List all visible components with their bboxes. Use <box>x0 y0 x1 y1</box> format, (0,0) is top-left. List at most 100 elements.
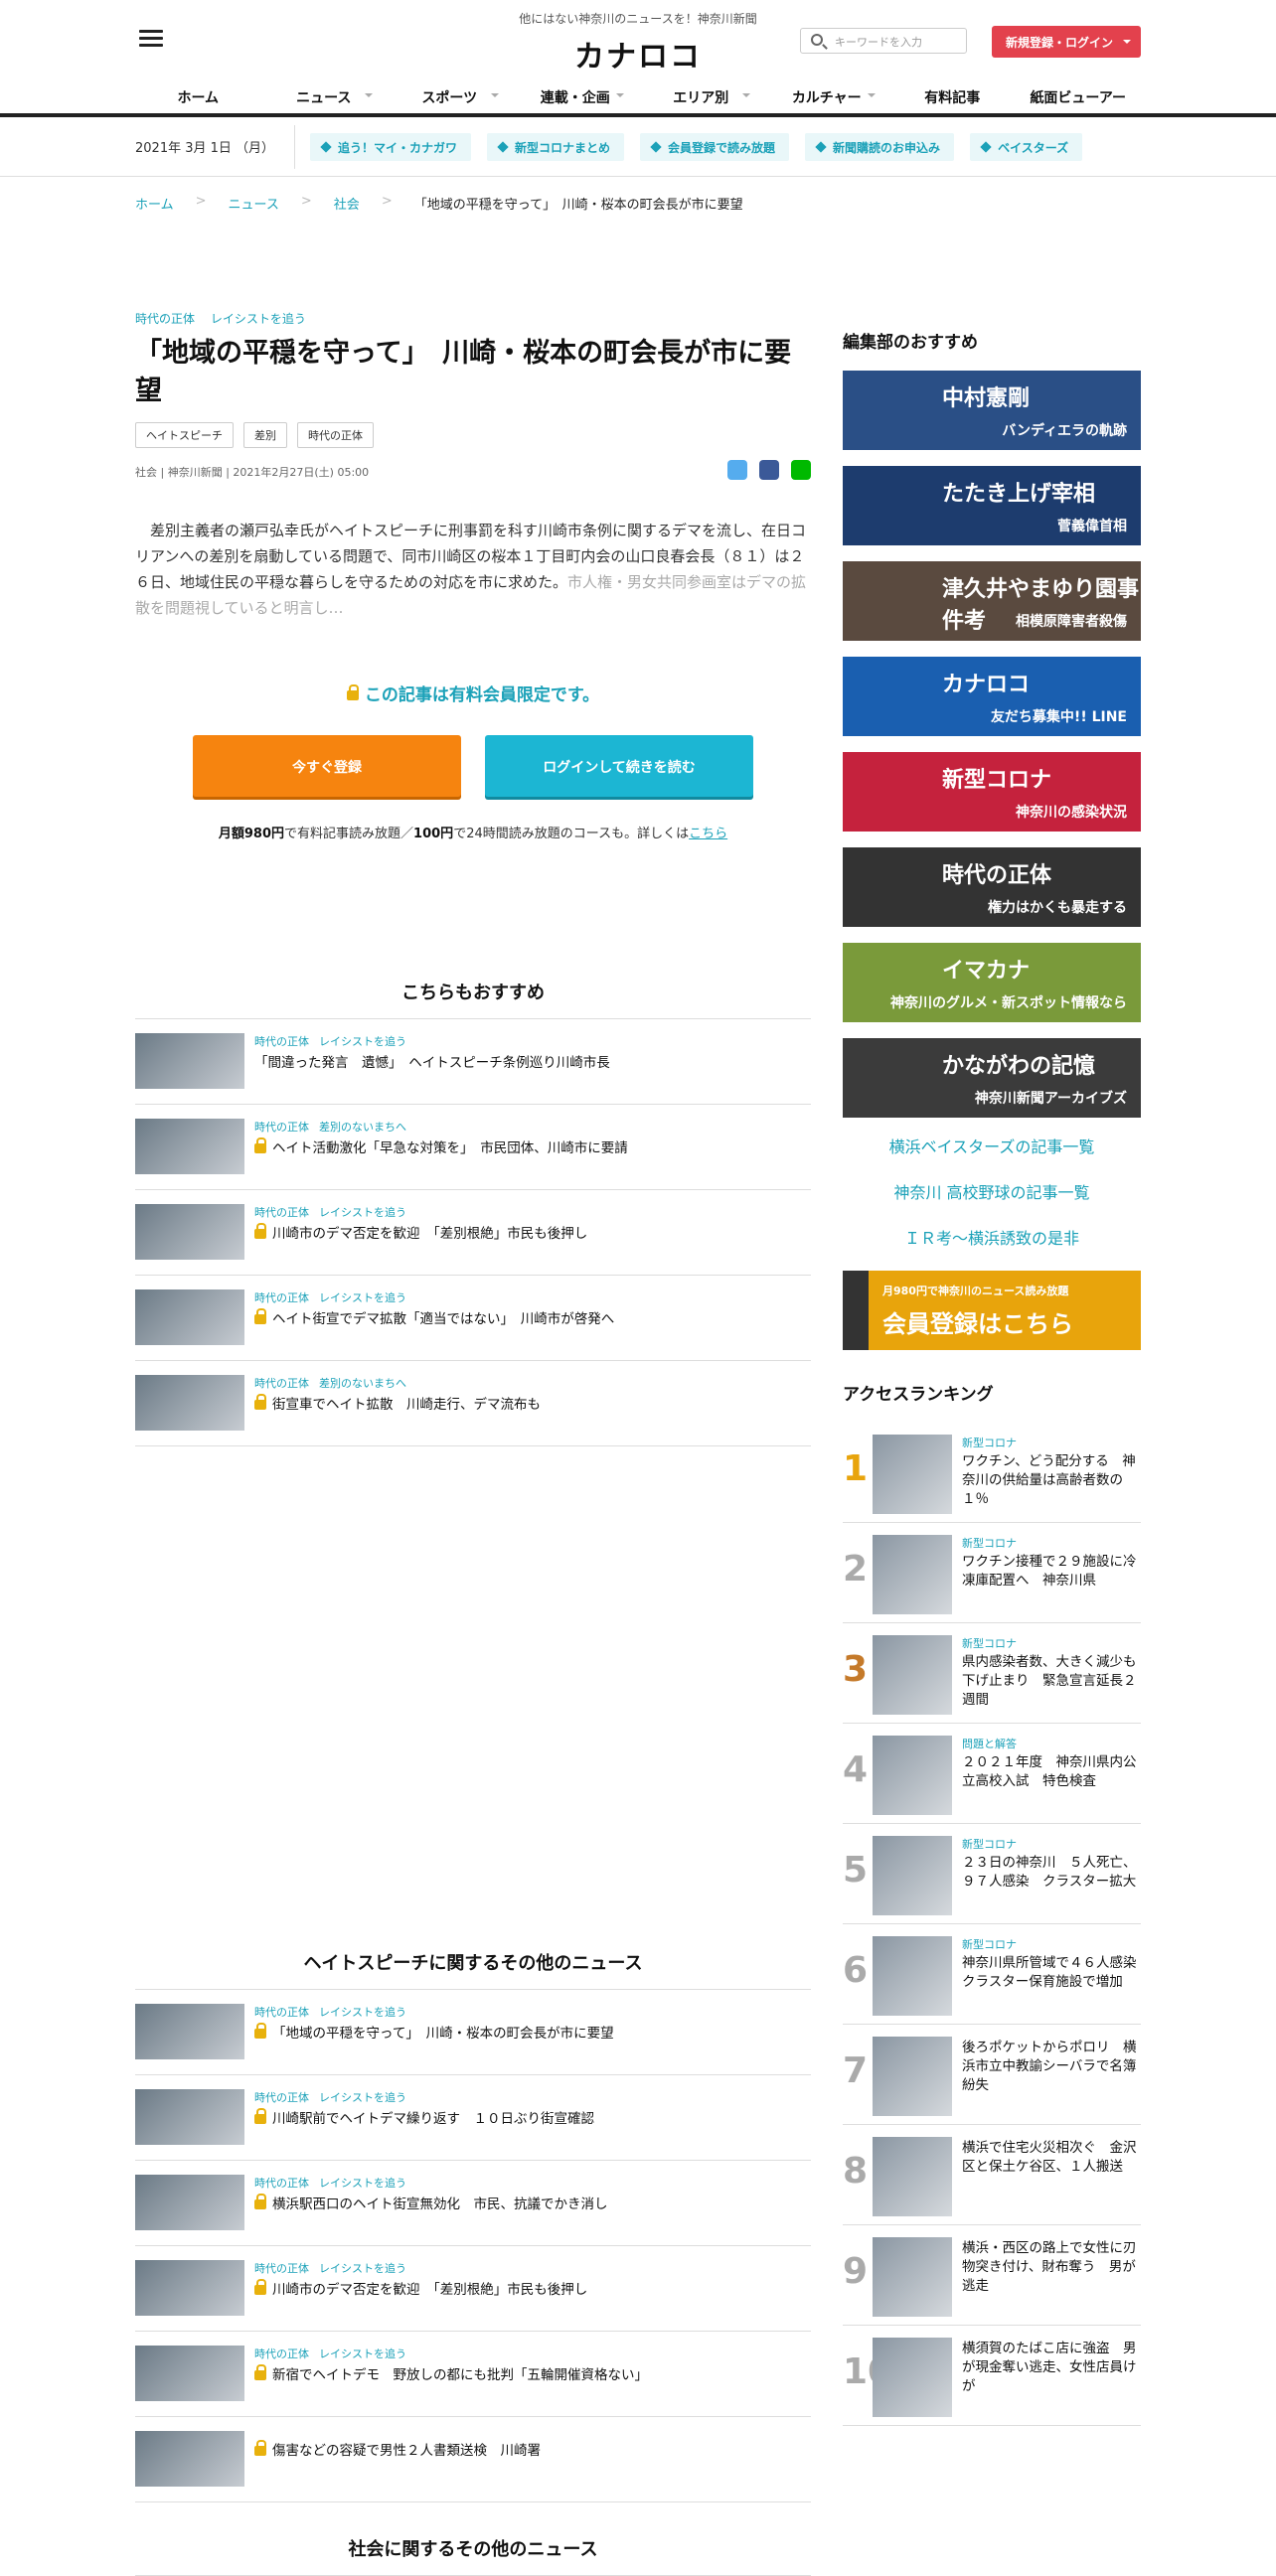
list-item[interactable]: 時代の正体 差別のないまちへ ヘイト活動激化「早急な対策を」 市民団体、川崎市に要請 <box>135 1105 811 1190</box>
topic-tag[interactable]: 新聞購読のお申込み <box>805 133 955 161</box>
category-link[interactable]: レイシストを追う <box>319 1035 406 1048</box>
ranking-item[interactable]: 7 後ろポケットからポロリ 横浜市立中教諭シーバラで名簿紛失 <box>843 2025 1141 2125</box>
category-link[interactable]: 時代の正体 <box>254 1377 309 1390</box>
ranking-title[interactable]: ワクチン、どう配分する 神奈川の供給量は高齢者数の１％ <box>962 1452 1139 1509</box>
hamburger-menu-icon[interactable] <box>139 30 163 48</box>
ranking-item[interactable]: 2 新型コロナ ワクチン接種で２９施設に冷凍庫配置へ 神奈川県 <box>843 1523 1141 1623</box>
price-details-link[interactable]: こちら <box>689 827 727 841</box>
sidebar-link[interactable]: 神奈川 高校野球の記事一覧 <box>843 1179 1141 1203</box>
topic-tag[interactable]: 会員登録で読み放題 <box>640 133 790 161</box>
ranking-thumbnail[interactable] <box>873 2037 952 2116</box>
item-title[interactable]: 川崎市のデマ否定を歓迎 「差別根絶」市民も後押し <box>254 1222 587 1242</box>
nav-item[interactable]: 紙面ビューアー <box>1016 79 1142 111</box>
nav-item[interactable]: ホーム <box>135 79 261 111</box>
nav-item[interactable]: ニュース <box>261 79 388 111</box>
promo-banner[interactable]: 時代の正体 権力はかくも暴走する <box>843 847 1141 927</box>
list-item[interactable]: 時代の正体 レイシストを追う 「地域の平穏を守って」 川崎・桜本の町会長が市に要望 <box>135 1990 811 2075</box>
category-link[interactable]: レイシストを追う <box>319 2348 406 2360</box>
ranking-item[interactable]: 10 横須賀のたばこ店に強盗 男が現金奪い逃走、女性店員けが <box>843 2326 1141 2426</box>
item-title[interactable]: 「間違った発言 遺憾」 ヘイトスピーチ条例巡り川崎市長 <box>254 1051 610 1071</box>
nav-item[interactable]: スポーツ <box>387 79 513 111</box>
category-link[interactable]: 時代の正体 <box>254 1291 309 1304</box>
list-item[interactable]: 時代の正体 レイシストを追う「間違った発言 遺憾」 ヘイトスピーチ条例巡り川崎市長 <box>135 1019 811 1105</box>
thumbnail[interactable] <box>135 1204 244 1260</box>
category-link[interactable]: 時代の正体 <box>254 2348 309 2360</box>
list-item[interactable]: 時代の正体 レイシストを追う川崎市のデマ否定を歓迎 「差別根絶」市民も後押し <box>135 1190 811 1276</box>
category-link[interactable]: 差別のないまちへ <box>319 1377 406 1390</box>
search-input[interactable]: キーワードを入力 <box>800 28 967 54</box>
topic-tag[interactable]: 追う！マイ・カナガワ <box>310 133 472 161</box>
category-link[interactable]: 時代の正体 <box>254 2091 309 2104</box>
category-link[interactable]: 時代の正体 <box>254 2006 309 2019</box>
list-item[interactable]: 時代の正体 レイシストを追うヘイト街宣でデマ拡散「適当ではない」 川崎市が啓発へ <box>135 1276 811 1361</box>
facebook-icon[interactable] <box>759 460 779 480</box>
register-now-button[interactable]: 今すぐ登録 <box>193 735 461 797</box>
promo-banner[interactable]: かながわの記憶 神奈川新聞アーカイブズ <box>843 1038 1141 1118</box>
thumbnail[interactable] <box>135 1033 244 1089</box>
thumbnail[interactable] <box>135 1119 244 1174</box>
ranking-title[interactable]: 横須賀のたばこ店に強盗 男が現金奪い逃走、女性店員けが <box>962 2340 1139 2396</box>
list-item[interactable]: 時代の正体 レイシストを追う 横浜駅西口のヘイト街宣無効化 市民、抗議でかき消し <box>135 2161 811 2246</box>
ranking-item[interactable]: 9 横浜・西区の路上で女性に刃物突き付け、財布奪う 男が逃走 <box>843 2225 1141 2326</box>
ranking-title[interactable]: ２３日の神奈川 ５人死亡、９７人感染 クラスター拡大 <box>962 1854 1139 1892</box>
ranking-item[interactable]: 5 新型コロナ ２３日の神奈川 ５人死亡、９７人感染 クラスター拡大 <box>843 1824 1141 1924</box>
promo-banner[interactable]: カナロコ 友だち募集中!! LINE <box>843 657 1141 736</box>
topic-tag[interactable]: ベイスターズ <box>970 133 1083 161</box>
ranking-thumbnail[interactable] <box>873 1936 952 2016</box>
item-title[interactable]: 新宿でヘイトデモ 野放しの都にも批判「五輪開催資格ない」 <box>254 2363 648 2383</box>
category-link[interactable]: レイシストを追う <box>319 1206 406 1219</box>
category-link[interactable]: 時代の正体 <box>254 1206 309 1219</box>
category-link[interactable]: レイシストを追う <box>211 312 306 326</box>
ranking-thumbnail[interactable] <box>873 1635 952 1715</box>
item-title[interactable]: 傷害などの容疑で男性２人書類送検 川崎署 <box>254 2439 541 2459</box>
ranking-title[interactable]: ワクチン接種で２９施設に冷凍庫配置へ 神奈川県 <box>962 1553 1139 1591</box>
list-item[interactable]: 時代の正体 レイシストを追う 川崎駅前でヘイトデマ繰り返す １０日ぶり街宣確認 <box>135 2075 811 2161</box>
keyword-tag[interactable]: ヘイトスピーチ <box>135 422 234 448</box>
ranking-category[interactable]: 問題と解答 <box>962 1736 1017 1751</box>
item-title[interactable]: 川崎市のデマ否定を歓迎 「差別根絶」市民も後押し <box>254 2278 587 2298</box>
category-link[interactable]: レイシストを追う <box>319 2091 406 2104</box>
breadcrumb-link[interactable]: ホーム <box>135 194 174 213</box>
promo-banner[interactable]: 津久井やまゆり園事件考 相模原障害者殺傷 <box>843 561 1141 641</box>
ranking-category[interactable]: 新型コロナ <box>962 1836 1017 1852</box>
ranking-title[interactable]: 横浜・西区の路上で女性に刃物突き付け、財布奪う 男が逃走 <box>962 2239 1139 2296</box>
topic-tag[interactable]: 新型コロナまとめ <box>487 133 625 161</box>
ranking-item[interactable]: 4 問題と解答 ２０２１年度 神奈川県内公立高校入試 特色検査 <box>843 1724 1141 1824</box>
ranking-item[interactable]: 1 新型コロナ ワクチン、どう配分する 神奈川の供給量は高齢者数の１％ <box>843 1423 1141 1523</box>
keyword-tag[interactable]: 時代の正体 <box>297 422 374 448</box>
login-continue-button[interactable]: ログインして続きを読む <box>485 735 753 797</box>
list-item[interactable]: 傷害などの容疑で男性２人書類送検 川崎署 <box>135 2417 811 2502</box>
list-item[interactable]: 時代の正体 レイシストを追う 川崎市のデマ否定を歓迎 「差別根絶」市民も後押し <box>135 2246 811 2332</box>
twitter-icon[interactable] <box>727 460 747 480</box>
breadcrumb-link[interactable]: 社会 <box>334 194 360 213</box>
thumbnail[interactable] <box>135 1289 244 1345</box>
ranking-thumbnail[interactable] <box>873 1535 952 1614</box>
thumbnail[interactable] <box>135 2089 244 2145</box>
nav-item[interactable]: 有料記事 <box>889 79 1016 111</box>
category-link[interactable]: 時代の正体 <box>254 2262 309 2275</box>
thumbnail[interactable] <box>135 1375 244 1431</box>
register-login-button[interactable]: 新規登録・ログイン <box>992 26 1141 58</box>
ranking-title[interactable]: 横浜で住宅火災相次ぐ 金沢区と保土ケ谷区、１人搬送 <box>962 2139 1139 2177</box>
ranking-category[interactable]: 新型コロナ <box>962 1936 1017 1952</box>
category-link[interactable]: レイシストを追う <box>319 2177 406 2190</box>
ranking-title[interactable]: ２０２１年度 神奈川県内公立高校入試 特色検査 <box>962 1753 1139 1791</box>
list-item[interactable]: 時代の正体 レイシストを追う新宿でヘイトデモ 野放しの都にも批判「五輪開催資格ない… <box>135 2332 811 2417</box>
ranking-thumbnail[interactable] <box>873 1736 952 1815</box>
category-link[interactable]: 時代の正体 <box>135 312 195 326</box>
item-title[interactable]: 「地域の平穏を守って」 川崎・桜本の町会長が市に要望 <box>254 2022 614 2042</box>
ranking-category[interactable]: 新型コロナ <box>962 1635 1017 1651</box>
item-title[interactable]: 街宣車でヘイト拡散 川崎走行、デマ流布も <box>254 1393 541 1413</box>
member-banner[interactable]: 月980円で神奈川のニュース読み放題 会員登録はこちら <box>843 1271 1141 1350</box>
ranking-item[interactable]: 3 新型コロナ 県内感染者数、大きく減少も下げ止まり 緊急宣言延長２週間 <box>843 1623 1141 1724</box>
promo-banner[interactable]: たたき上げ宰相 菅義偉首相 <box>843 466 1141 545</box>
ranking-item[interactable]: 8 横浜で住宅火災相次ぐ 金沢区と保土ケ谷区、１人搬送 <box>843 2125 1141 2225</box>
category-link[interactable]: 時代の正体 <box>254 1035 309 1048</box>
breadcrumb-link[interactable]: ニュース <box>229 194 279 213</box>
category-link[interactable]: レイシストを追う <box>319 1291 406 1304</box>
item-title[interactable]: ヘイト街宣でデマ拡散「適当ではない」 川崎市が啓発へ <box>254 1307 614 1327</box>
promo-banner[interactable]: イマカナ 神奈川のグルメ・新スポット情報なら <box>843 943 1141 1022</box>
category-link[interactable]: 時代の正体 <box>254 2177 309 2190</box>
thumbnail[interactable] <box>135 2346 244 2401</box>
sidebar-link[interactable]: 横浜ベイスターズの記事一覧 <box>843 1134 1141 1157</box>
